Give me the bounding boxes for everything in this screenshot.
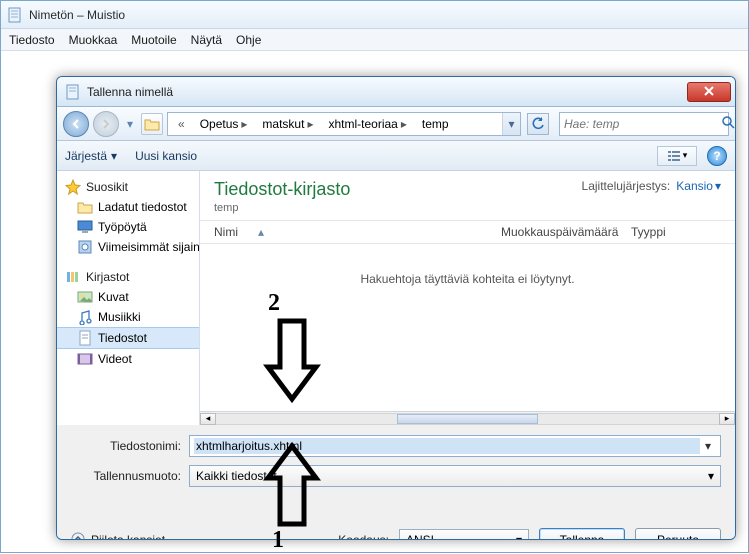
hide-folders-button[interactable]: Piilota kansiot [71, 532, 165, 541]
list-icon [667, 150, 681, 162]
search-box[interactable] [559, 112, 729, 136]
library-title: Tiedostot-kirjasto [214, 179, 350, 200]
column-headers[interactable]: Nimi ▴ Muokkauspäivämäärä Tyyppi [200, 221, 735, 244]
scroll-thumb[interactable] [397, 414, 538, 424]
documents-icon [77, 330, 93, 346]
filename-label: Tiedostonimi: [57, 439, 189, 453]
filename-field-wrapper: ▾ [189, 435, 721, 457]
sidebar-item-downloads[interactable]: Ladatut tiedostot [57, 197, 199, 217]
sidebar-item-pictures[interactable]: Kuvat [57, 287, 199, 307]
chevron-down-icon: ▾ [516, 533, 522, 540]
breadcrumb[interactable]: « Opetus▸ matskut▸ xhtml-teoriaa▸ temp ▾ [167, 112, 521, 136]
sort-label: Lajittelujärjestys: [582, 179, 671, 193]
chevron-down-icon: ▾ [708, 469, 714, 483]
scroll-left-button[interactable]: ◂ [200, 413, 216, 425]
star-icon [65, 179, 81, 195]
nav-bar: ▾ « Opetus▸ matskut▸ xhtml-teoriaa▸ temp… [57, 107, 735, 141]
back-button[interactable] [63, 111, 89, 137]
dialog-bottombar: Piilota kansiot Koodaus: ANSI ▾ Tallenna… [57, 519, 735, 540]
new-folder-button[interactable]: Uusi kansio [135, 149, 197, 163]
dialog-toolbar: Järjestä ▾ Uusi kansio ▾ ? [57, 141, 735, 171]
sidebar-item-videos[interactable]: Videot [57, 349, 199, 369]
recent-icon [77, 239, 93, 255]
breadcrumb-item[interactable]: xhtml-teoriaa▸ [321, 113, 414, 135]
scroll-track[interactable] [216, 413, 719, 425]
encoding-label: Koodaus: [338, 533, 389, 540]
search-input[interactable] [564, 117, 721, 131]
videos-icon [77, 351, 93, 367]
dialog-titlebar: Tallenna nimellä [57, 77, 735, 107]
column-modified[interactable]: Muokkauspäivämäärä [501, 225, 631, 239]
breadcrumb-dropdown[interactable]: ▾ [502, 113, 520, 135]
libraries-icon [65, 269, 81, 285]
notepad-title: Nimetön – Muistio [29, 8, 125, 22]
desktop-icon [77, 219, 93, 235]
filetype-label: Tallennusmuoto: [57, 469, 189, 483]
chevron-down-icon: ▾ [111, 149, 117, 163]
breadcrumb-item[interactable]: temp [415, 113, 454, 135]
view-mode-button[interactable]: ▾ [657, 146, 697, 166]
sidebar-heading-favorites[interactable]: Suosikit [57, 177, 199, 197]
music-icon [77, 309, 93, 325]
chevron-up-icon [71, 532, 85, 541]
filename-input[interactable] [194, 438, 700, 454]
sidebar-item-desktop[interactable]: Työpöytä [57, 217, 199, 237]
forward-button[interactable] [93, 111, 119, 137]
sort-asc-icon: ▴ [258, 225, 264, 239]
filename-dropdown[interactable]: ▾ [700, 439, 716, 453]
menu-view[interactable]: Näytä [191, 33, 222, 47]
nav-history-dropdown[interactable]: ▾ [123, 114, 137, 134]
pictures-icon [77, 289, 93, 305]
close-button[interactable] [687, 82, 731, 102]
sort-dropdown[interactable]: Kansio ▾ [676, 179, 721, 193]
dialog-title: Tallenna nimellä [87, 85, 173, 99]
column-name[interactable]: Nimi [214, 225, 238, 239]
column-type[interactable]: Tyyppi [631, 225, 721, 239]
refresh-button[interactable] [527, 113, 549, 135]
breadcrumb-item[interactable]: matskut▸ [255, 113, 321, 135]
sidebar-item-documents[interactable]: Tiedostot [57, 327, 199, 349]
sidebar-heading-libraries[interactable]: Kirjastot [57, 267, 199, 287]
cancel-button[interactable]: Peruuta [635, 528, 721, 540]
save-button[interactable]: Tallenna [539, 528, 625, 540]
close-icon [703, 85, 715, 99]
sidebar-item-music[interactable]: Musiikki [57, 307, 199, 327]
folder-icon [77, 199, 93, 215]
help-button[interactable]: ? [707, 146, 727, 166]
encoding-select[interactable]: ANSI ▾ [399, 529, 529, 540]
notepad-icon [65, 84, 81, 100]
breadcrumb-root-chevron[interactable]: « [168, 113, 193, 135]
folder-icon [144, 116, 160, 132]
chevron-down-icon: ▾ [683, 150, 688, 161]
sidebar-item-recent[interactable]: Viimeisimmät sijainnit [57, 237, 199, 257]
sidebar: Suosikit Ladatut tiedostot Työpöytä Viim… [57, 171, 200, 425]
empty-message: Hakuehtoja täyttäviä kohteita ei löytyny… [200, 244, 735, 314]
menu-file[interactable]: Tiedosto [9, 33, 55, 47]
library-subtitle: temp [214, 202, 350, 214]
notepad-titlebar: Nimetön – Muistio [1, 1, 748, 29]
scroll-right-button[interactable]: ▸ [719, 413, 735, 425]
breadcrumb-item[interactable]: Opetus▸ [193, 113, 256, 135]
chevron-down-icon: ▾ [715, 179, 721, 193]
notepad-icon [7, 7, 23, 23]
menu-format[interactable]: Muotoile [131, 33, 176, 47]
filetype-select[interactable]: Kaikki tiedostot ▾ [189, 465, 721, 487]
menu-edit[interactable]: Muokkaa [69, 33, 118, 47]
file-panel: Tiedostot-kirjasto temp Lajittelujärjest… [200, 171, 735, 425]
search-icon [721, 115, 735, 132]
menu-help[interactable]: Ohje [236, 33, 261, 47]
up-folder-button[interactable] [141, 113, 163, 135]
organize-button[interactable]: Järjestä ▾ [65, 149, 117, 163]
save-as-dialog: Tallenna nimellä ▾ « Opetus▸ matskut▸ xh… [56, 76, 736, 540]
horizontal-scrollbar[interactable]: ◂ ▸ [200, 411, 735, 425]
notepad-menubar: Tiedosto Muokkaa Muotoile Näytä Ohje [1, 29, 748, 51]
